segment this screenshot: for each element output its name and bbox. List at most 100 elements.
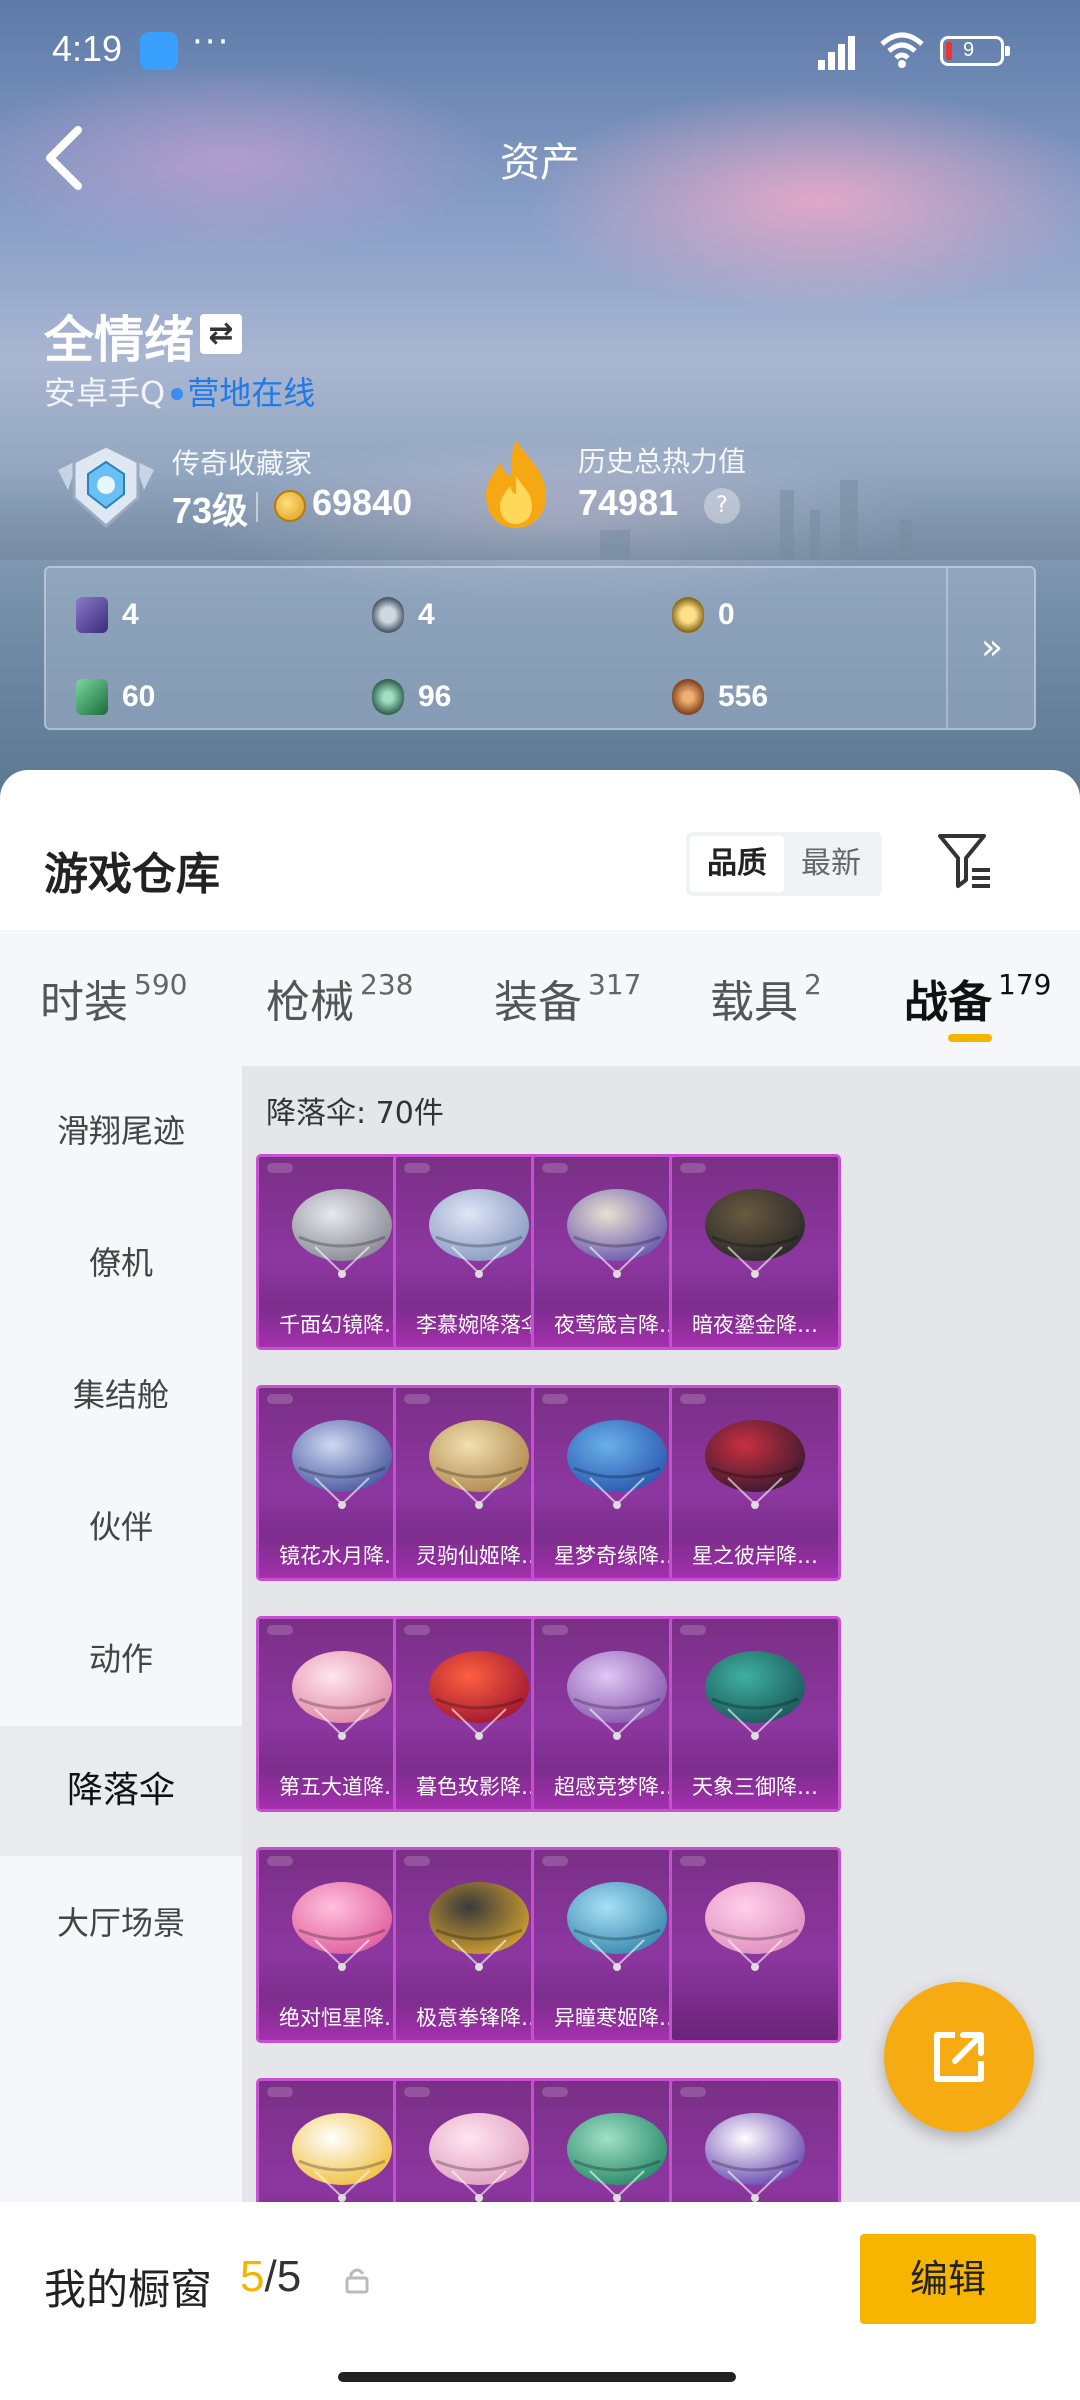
silver-medal-icon [372, 597, 404, 633]
rank-badge-icon[interactable] [48, 440, 164, 536]
showcase-separator: / [264, 2252, 277, 2301]
wifi-icon [878, 30, 926, 80]
coin-value: 69840 [312, 482, 413, 523]
parachute-icon [292, 1420, 392, 1509]
showcase-count: 5/5 [240, 2252, 301, 2302]
platform-label: 安卓手Q [44, 374, 166, 412]
warehouse-sheet: 游戏仓库 品质 最新 时装 590 枪械 238 装备 317 载具 2 战备 179 滑… [0, 770, 1080, 2400]
stat-item: 96 [372, 674, 451, 720]
purple-card-icon [76, 597, 108, 633]
parachute-icon [567, 1651, 667, 1740]
parachute-icon [429, 1651, 529, 1740]
home-indicator[interactable] [338, 2372, 736, 2382]
tab-count: 179 [998, 968, 1052, 1001]
item-name: 星之彼岸降… [672, 1534, 838, 1578]
page-title: 资产 [500, 140, 580, 186]
showcase-total: 5 [276, 2252, 302, 2301]
tab-label: 时装 [40, 977, 128, 1028]
parachute-icon [705, 1882, 805, 1971]
divider [256, 492, 258, 522]
showcase-bar: 我的橱窗 5/5 编辑 [0, 2202, 1080, 2400]
parachute-icon [292, 2113, 392, 2202]
green-orb-icon [372, 679, 404, 715]
status-bar: 4:19 ··· 9 [0, 0, 1080, 100]
item-card[interactable] [669, 1847, 841, 2043]
currency-stats-panel[interactable]: 4 4 0 60 96 556 » [44, 566, 1036, 730]
flame-icon [476, 436, 556, 532]
stat-item: 556 [672, 674, 768, 720]
online-dot-icon [171, 388, 184, 400]
tab-label: 战备 [904, 977, 992, 1028]
rank-title: 传奇收藏家 [172, 447, 313, 480]
lock-icon [344, 2266, 370, 2294]
share-button[interactable] [884, 1982, 1034, 2132]
sidebar-item-pod[interactable]: 集结舱 [0, 1330, 242, 1460]
parachute-icon [705, 1189, 805, 1278]
parachute-icon [292, 1882, 392, 1971]
tab-equipment[interactable]: 装备 317 [494, 966, 641, 1028]
more-notifications-icon: ··· [192, 22, 231, 62]
sort-newest-button[interactable]: 最新 [784, 836, 878, 892]
parachute-icon [705, 1420, 805, 1509]
tab-vehicles[interactable]: 载具 2 [710, 966, 822, 1028]
item-card[interactable]: 天象三御降… [669, 1616, 841, 1812]
parachute-icon [567, 1882, 667, 1971]
heat-title: 历史总热力值 [578, 445, 747, 478]
share-icon [934, 2032, 984, 2082]
active-tab-indicator [948, 1034, 992, 1042]
parachute-icon [567, 1420, 667, 1509]
sidebar-item-parachute[interactable]: 降落伞 [0, 1726, 242, 1856]
app-notification-icon [140, 32, 178, 70]
sidebar-item-glide-trail[interactable]: 滑翔尾迹 [0, 1066, 242, 1196]
item-name: 暗夜鎏金降… [672, 1303, 838, 1347]
showcase-label: 我的橱窗 [44, 2265, 213, 2314]
parachute-icon [567, 2113, 667, 2202]
item-card[interactable]: 暗夜鎏金降… [669, 1154, 841, 1350]
showcase-current: 5 [240, 2252, 265, 2301]
parachute-icon [429, 1420, 529, 1509]
stat-value: 0 [718, 598, 735, 631]
sidebar-item-emote[interactable]: 动作 [0, 1594, 242, 1724]
expand-arrow-icon[interactable]: » [948, 568, 1036, 728]
heat-value: 74981 [578, 482, 679, 523]
parachute-icon [292, 1189, 392, 1278]
tab-label: 载具 [710, 977, 798, 1028]
sidebar-item-lobby-scene[interactable]: 大厅场景 [0, 1858, 242, 1988]
parachute-icon [292, 1651, 392, 1740]
stat-value: 60 [122, 680, 156, 713]
warehouse-title: 游戏仓库 [44, 849, 220, 900]
stat-value: 556 [718, 680, 769, 713]
category-tabs: 时装 590 枪械 238 装备 317 载具 2 战备 179 [0, 930, 1080, 1066]
green-card-icon [76, 679, 108, 715]
parachute-icon [705, 2113, 805, 2202]
edit-button[interactable]: 编辑 [860, 2234, 1036, 2324]
sort-quality-button[interactable]: 品质 [690, 836, 784, 892]
filter-icon[interactable] [936, 830, 992, 890]
tab-fashion[interactable]: 时装 590 [40, 966, 187, 1028]
switch-account-icon[interactable]: ⇄ [200, 314, 242, 354]
stat-item: 0 [672, 592, 735, 638]
parachute-icon [705, 1651, 805, 1740]
bronze-orb-icon [672, 679, 704, 715]
online-status[interactable]: 营地在线 [187, 374, 315, 412]
parachute-icon [567, 1189, 667, 1278]
parachute-icon [429, 2113, 529, 2202]
tab-label: 枪械 [266, 977, 354, 1028]
tab-label: 装备 [494, 977, 582, 1028]
tab-battle-gear[interactable]: 战备 179 [904, 966, 1052, 1042]
signal-icon [818, 34, 868, 70]
username: 全情绪 [44, 311, 194, 369]
item-name: 天象三御降… [672, 1765, 838, 1809]
stat-item: 4 [372, 592, 435, 638]
item-card[interactable]: 星之彼岸降… [669, 1385, 841, 1581]
tab-count: 238 [360, 968, 414, 1001]
grid-count-label: 降落伞: 70件 [266, 1096, 444, 1131]
battery-icon: 9 [940, 36, 1010, 66]
parachute-icon [429, 1882, 529, 1971]
sidebar-item-companion[interactable]: 伙伴 [0, 1462, 242, 1592]
help-icon[interactable]: ? [704, 488, 740, 524]
rank-level: 73级 [172, 490, 249, 531]
sort-toggle[interactable]: 品质 最新 [686, 832, 882, 896]
tab-guns[interactable]: 枪械 238 [266, 966, 414, 1028]
sidebar-item-wingman[interactable]: 僚机 [0, 1198, 242, 1328]
